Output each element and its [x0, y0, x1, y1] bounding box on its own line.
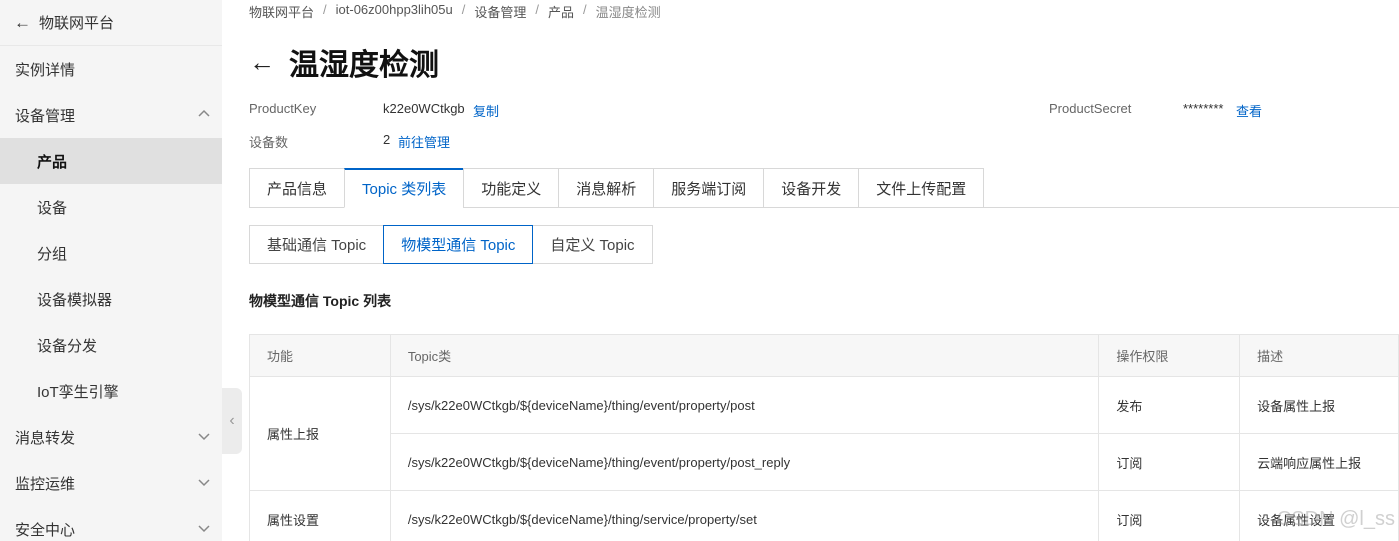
table-header-row: 功能 Topic类 操作权限 描述 — [249, 334, 1399, 377]
sidebar-item-devices[interactable]: 设备 — [0, 184, 222, 230]
page-header: ← 温湿度检测 — [249, 40, 439, 84]
copy-product-key-link[interactable]: 复制 — [473, 101, 499, 120]
topic-subtabs: 基础通信 Topic 物模型通信 Topic 自定义 Topic — [249, 225, 653, 264]
section-title: 物模型通信 Topic 列表 — [249, 293, 392, 309]
product-tabs: 产品信息 Topic 类列表 功能定义 消息解析 服务端订阅 设备开发 文件上传… — [249, 168, 1399, 208]
permission-cell: 订阅 — [1098, 433, 1241, 491]
back-arrow-icon[interactable]: ← — [14, 13, 31, 33]
tab-product-info[interactable]: 产品信息 — [249, 168, 345, 208]
device-count-label: 设备数 — [249, 135, 289, 150]
topic-cell: /sys/k22e0WCtkgb/${deviceName}/thing/eve… — [389, 433, 1100, 491]
back-arrow-icon[interactable]: ← — [249, 47, 275, 78]
topic-cell: /sys/k22e0WCtkgb/${deviceName}/thing/ser… — [389, 490, 1100, 541]
permission-cell: 发布 — [1098, 376, 1241, 434]
function-cell: 属性上报 — [249, 376, 391, 491]
sidebar-collapse-toggle[interactable]: ‹ — [222, 388, 242, 454]
description-cell: 云端响应属性上报 — [1239, 433, 1399, 491]
subtab-custom-topic[interactable]: 自定义 Topic — [532, 225, 653, 264]
tab-device-development[interactable]: 设备开发 — [763, 168, 859, 208]
sidebar-item-products[interactable]: 产品 — [0, 138, 222, 184]
breadcrumb: 物联网平台 / iot-06z00hpp3lih05u / 设备管理 / 产品 … — [249, 2, 661, 21]
tab-function-definition[interactable]: 功能定义 — [463, 168, 559, 208]
watermark: CSDN @l_ss — [1276, 508, 1395, 530]
product-key-value: k22e0WCtkgb — [383, 101, 465, 116]
chevron-left-icon: ‹ — [229, 412, 235, 429]
breadcrumb-current: 温湿度检测 — [595, 5, 661, 20]
chevron-down-icon — [198, 525, 210, 533]
column-header: 操作权限 — [1098, 334, 1241, 377]
table-row: /sys/k22e0WCtkgb/${deviceName}/thing/eve… — [250, 433, 1399, 491]
main-content: 物联网平台 / iot-06z00hpp3lih05u / 设备管理 / 产品 … — [249, 0, 1399, 541]
device-count-value: 2 — [383, 132, 391, 147]
sidebar-item-groups[interactable]: 分组 — [0, 230, 222, 276]
column-header: Topic类 — [389, 334, 1100, 377]
page-title: 温湿度检测 — [289, 49, 439, 82]
breadcrumb-item[interactable]: 物联网平台 — [249, 2, 314, 21]
tab-topic-list[interactable]: Topic 类列表 — [344, 168, 464, 208]
sidebar-item-iot-twin-engine[interactable]: IoT孪生引擎 — [0, 368, 222, 414]
sidebar-item-device-management[interactable]: 设备管理 — [0, 92, 222, 138]
chevron-down-icon — [198, 479, 210, 487]
sidebar-item-monitoring[interactable]: 监控运维 — [0, 460, 222, 506]
sidebar-item-device-distribution[interactable]: 设备分发 — [0, 322, 222, 368]
permission-cell: 订阅 — [1098, 490, 1241, 541]
table-row: 属性上报 /sys/k22e0WCtkgb/${deviceName}/thin… — [249, 376, 1399, 491]
table-row: 属性设置 /sys/k22e0WCtkgb/${deviceName}/thin… — [249, 490, 1399, 541]
topic-table: 功能 Topic类 操作权限 描述 属性上报 /sys/k22e0WCtkgb/… — [249, 334, 1399, 541]
breadcrumb-item[interactable]: 设备管理 — [474, 2, 526, 21]
tab-server-subscription[interactable]: 服务端订阅 — [653, 168, 764, 208]
function-cell: 属性设置 — [249, 490, 391, 541]
column-header: 描述 — [1239, 334, 1399, 377]
description-cell: 设备属性上报 — [1239, 376, 1399, 434]
sidebar-item-instance-details[interactable]: 实例详情 — [0, 46, 222, 92]
sidebar: ← 物联网平台 实例详情 设备管理 产品 设备 分组 设备模拟器 设备分发 Io… — [0, 0, 222, 541]
breadcrumb-item[interactable]: 产品 — [548, 2, 574, 21]
column-header: 功能 — [249, 334, 391, 377]
product-secret-label: ProductSecret — [1049, 101, 1132, 116]
breadcrumb-item[interactable]: iot-06z00hpp3lih05u — [336, 2, 453, 21]
product-key-label: ProductKey — [249, 101, 317, 116]
product-secret-value: ******** — [1183, 101, 1224, 116]
chevron-down-icon — [198, 433, 210, 441]
manage-devices-link[interactable]: 前往管理 — [398, 132, 450, 151]
sidebar-item-security-center[interactable]: 安全中心 — [0, 506, 222, 541]
tab-file-upload-config[interactable]: 文件上传配置 — [858, 168, 985, 208]
topic-cell: /sys/k22e0WCtkgb/${deviceName}/thing/eve… — [389, 376, 1100, 434]
view-product-secret-link[interactable]: 查看 — [1236, 101, 1262, 120]
sidebar-item-device-simulator[interactable]: 设备模拟器 — [0, 276, 222, 322]
chevron-up-icon — [198, 109, 210, 117]
sidebar-header-title: 物联网平台 — [39, 15, 115, 32]
sidebar-item-message-forwarding[interactable]: 消息转发 — [0, 414, 222, 460]
subtab-thing-model-topic[interactable]: 物模型通信 Topic — [383, 225, 534, 264]
tab-message-parsing[interactable]: 消息解析 — [558, 168, 654, 208]
subtab-basic-topic[interactable]: 基础通信 Topic — [249, 225, 385, 264]
sidebar-header[interactable]: ← 物联网平台 — [0, 0, 222, 46]
